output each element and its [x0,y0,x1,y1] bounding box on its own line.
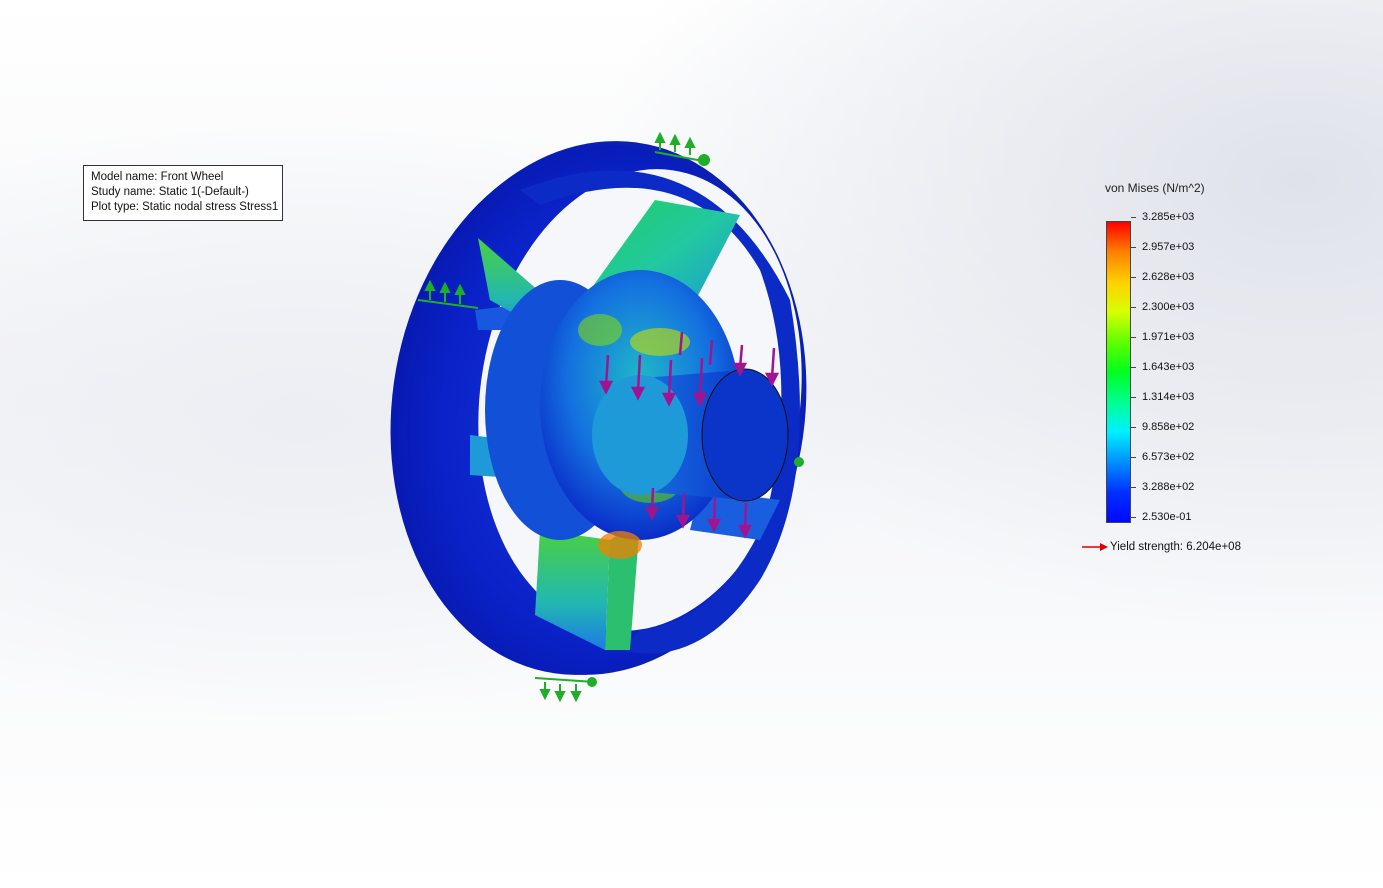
legend-tick-mark [1131,217,1136,218]
legend-tick-label: 1.971e+03 [1142,331,1195,343]
yield-strength-indicator: Yield strength: 6.204e+08 [1082,541,1241,553]
legend-tick-label: 6.573e+02 [1142,451,1195,463]
legend-tick-mark [1131,277,1136,278]
legend-tick-mark [1131,397,1136,398]
legend-tick-label: 1.314e+03 [1142,391,1195,403]
yield-strength-label: Yield strength: 6.204e+08 [1110,541,1241,553]
legend-tick-label: 2.628e+03 [1142,271,1195,283]
legend-title: von Mises (N/m^2) [1105,181,1205,195]
legend-tick-label: 1.643e+03 [1142,361,1195,373]
shaft-end-face [701,368,789,502]
color-scale-bar [1106,221,1131,523]
legend-tick-label: 3.285e+03 [1142,211,1195,223]
legend-tick-label: 2.957e+03 [1142,241,1195,253]
red-arrow-icon [1082,543,1108,551]
legend-tick-mark [1131,487,1136,488]
legend-tick-mark [1131,307,1136,308]
legend-tick-mark [1131,367,1136,368]
legend-tick-label: 2.300e+03 [1142,301,1195,313]
legend-tick-label: 3.288e+02 [1142,481,1195,493]
legend-tick-mark [1131,517,1136,518]
legend-tick-mark [1131,247,1136,248]
legend-tick-label: 9.858e+02 [1142,421,1195,433]
legend-tick-label: 2.530e-01 [1142,511,1192,523]
legend-tick-mark [1131,427,1136,428]
wheel-stress-model[interactable] [0,0,1383,888]
legend-tick-mark [1131,457,1136,458]
legend-tick-mark [1131,337,1136,338]
